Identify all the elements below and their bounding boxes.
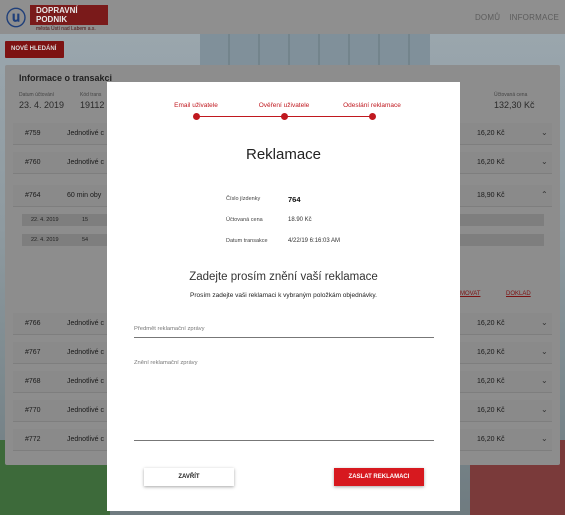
chevron-down-icon[interactable]: ⌄ bbox=[541, 405, 548, 414]
summary-date-label: Datum účtování bbox=[19, 92, 55, 98]
row-price: 16,20 Kč bbox=[477, 436, 505, 443]
step-label-verify: Ověření uživatele bbox=[258, 102, 310, 109]
step-label-submit: Odeslání reklamace bbox=[343, 102, 401, 109]
row-id: #760 bbox=[25, 159, 41, 166]
subject-placeholder: Předmět reklamační zprávy bbox=[134, 326, 205, 332]
chevron-down-icon[interactable]: ⌄ bbox=[541, 434, 548, 443]
form-heading: Zadejte prosím znění vaší reklamace bbox=[189, 271, 378, 283]
summary-code-value: 19112 bbox=[80, 100, 105, 110]
step-dot-verify bbox=[281, 113, 288, 120]
row-price: 16,20 Kč bbox=[477, 378, 505, 385]
row-desc: 60 min oby bbox=[67, 192, 102, 199]
row-desc: Jednotlivé c bbox=[67, 130, 104, 137]
summary-date-value: 23. 4. 2019 bbox=[19, 100, 65, 110]
row-price: 16,20 Kč bbox=[477, 130, 505, 137]
summary-total-value: 132,30 Kč bbox=[494, 100, 535, 110]
charged-price-label: Účtovaná cena bbox=[226, 217, 263, 223]
message-placeholder: Znění reklamační zprávy bbox=[134, 360, 198, 366]
action-link[interactable]: MOVAT bbox=[460, 291, 480, 297]
step-dot-submit bbox=[369, 113, 376, 120]
nav-info[interactable]: INFORMACE bbox=[509, 13, 559, 22]
row-desc: Jednotlivé c bbox=[67, 349, 104, 356]
row-id: #759 bbox=[25, 130, 41, 137]
chevron-up-icon[interactable]: ⌃ bbox=[541, 190, 548, 199]
step-dot-email bbox=[193, 113, 200, 120]
sub-row-date: 22. 4. 2019 bbox=[31, 237, 59, 243]
chevron-down-icon[interactable]: ⌄ bbox=[541, 318, 548, 327]
sub-row-date: 22. 4. 2019 bbox=[31, 217, 59, 223]
logo[interactable]: ⓤ DOPRAVNÍ PODNIK města Ústí nad Labem a… bbox=[6, 5, 108, 32]
row-price: 16,20 Kč bbox=[477, 159, 505, 166]
row-desc: Jednotlivé c bbox=[67, 378, 104, 385]
row-id: #768 bbox=[25, 378, 41, 385]
ticket-number-label: Číslo jízdenky bbox=[226, 196, 261, 202]
row-id: #767 bbox=[25, 349, 41, 356]
site-header: ⓤ DOPRAVNÍ PODNIK města Ústí nad Labem a… bbox=[0, 0, 565, 34]
row-desc: Jednotlivé c bbox=[67, 320, 104, 327]
row-desc: Jednotlivé c bbox=[67, 159, 104, 166]
logo-subtitle: města Ústí nad Labem a.s. bbox=[36, 26, 96, 32]
form-hint: Prosím zadejte vaši reklamaci k vybraným… bbox=[189, 292, 377, 299]
step-label-email: Email uživatele bbox=[174, 102, 218, 109]
row-price: 16,20 Kč bbox=[477, 349, 505, 356]
subject-field[interactable]: Předmět reklamační zprávy bbox=[134, 326, 434, 338]
stepper: Email uživatele Ověření uživatele Odeslá… bbox=[107, 82, 460, 122]
close-button[interactable]: ZAVŘÍT bbox=[144, 468, 234, 486]
row-desc: Jednotlivé c bbox=[67, 407, 104, 414]
row-price: 16,20 Kč bbox=[477, 407, 505, 414]
row-desc: Jednotlivé c bbox=[67, 436, 104, 443]
chevron-down-icon[interactable]: ⌄ bbox=[541, 347, 548, 356]
panel-title: Informace o transakci bbox=[19, 73, 113, 83]
ticket-number-value: 764 bbox=[288, 195, 301, 204]
send-complaint-button[interactable]: ZASLAT REKLAMACI bbox=[334, 468, 424, 486]
row-id: #770 bbox=[25, 407, 41, 414]
chevron-down-icon[interactable]: ⌄ bbox=[541, 128, 548, 137]
chevron-down-icon[interactable]: ⌄ bbox=[541, 376, 548, 385]
summary-code-label: Kód trans bbox=[80, 92, 102, 98]
chevron-down-icon[interactable]: ⌄ bbox=[541, 157, 548, 166]
transaction-date-value: 4/22/19 6:16:03 AM bbox=[288, 238, 341, 244]
sub-row-num: 15 bbox=[82, 217, 89, 223]
transaction-date-label: Datum transakce bbox=[226, 238, 268, 244]
row-price: 18,90 Kč bbox=[477, 192, 505, 199]
row-price: 16,20 Kč bbox=[477, 320, 505, 327]
receipt-link[interactable]: DOKLAD bbox=[506, 291, 531, 297]
row-id: #772 bbox=[25, 436, 41, 443]
sub-row-num: 54 bbox=[82, 237, 89, 243]
logo-mark-icon: ⓤ bbox=[6, 7, 26, 30]
row-id: #764 bbox=[25, 192, 41, 199]
row-id: #766 bbox=[25, 320, 41, 327]
modal-title: Reklamace bbox=[245, 146, 322, 163]
logo-title: DOPRAVNÍ PODNIK bbox=[30, 5, 108, 25]
new-search-button[interactable]: NOVÉ HLEDÁNÍ bbox=[5, 41, 64, 58]
nav-home[interactable]: DOMŮ bbox=[475, 13, 500, 22]
message-field[interactable]: Znění reklamační zprávy bbox=[134, 360, 434, 441]
complaint-modal: Email uživatele Ověření uživatele Odeslá… bbox=[107, 82, 460, 511]
summary-total-label: Účtovaná cena bbox=[494, 92, 528, 98]
charged-price-value: 18.90 Kč bbox=[288, 217, 312, 223]
main-nav: DOMŮ INFORMACE bbox=[475, 13, 559, 22]
